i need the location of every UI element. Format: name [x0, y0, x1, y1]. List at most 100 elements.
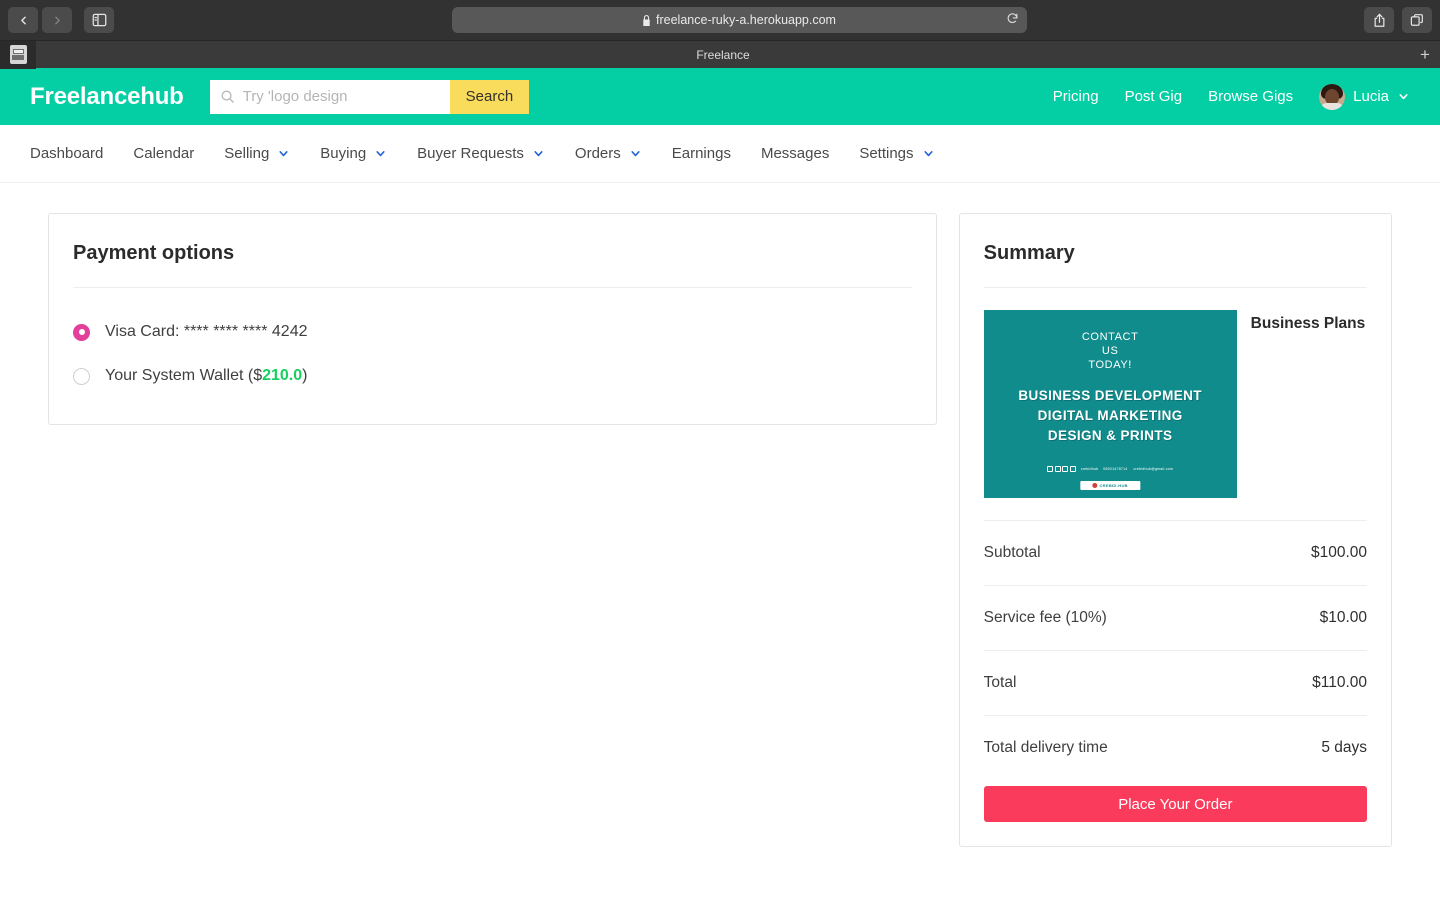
- thumb-contact-line-2: US: [1101, 345, 1119, 357]
- chevron-down-icon: [374, 147, 387, 160]
- search-button[interactable]: Search: [449, 79, 530, 114]
- thumb-contact-info: 08021478714 crebidhub@gmail.com: [1103, 467, 1173, 471]
- page-content: Payment options Visa Card: **** **** ***…: [0, 183, 1440, 847]
- payment-option-visa[interactable]: Visa Card: **** **** **** 4242: [73, 310, 912, 354]
- search-input[interactable]: [242, 88, 440, 105]
- sidebar-toggle-icon: [92, 13, 106, 27]
- row-value: $10.00: [1319, 609, 1367, 626]
- nav-label: Buying: [320, 145, 367, 162]
- site-favicon-icon: [9, 45, 27, 64]
- nav-label: Buyer Requests: [417, 145, 524, 162]
- thumb-headline-2: DIGITAL MARKETING: [1037, 408, 1183, 423]
- forward-button[interactable]: [42, 7, 72, 33]
- thumb-headline-3: DESIGN & PRINTS: [1047, 428, 1173, 443]
- tab-title: Freelance: [696, 47, 750, 62]
- thumb-headlines: BUSINESS DEVELOPMENT DIGITAL MARKETING D…: [1018, 386, 1202, 446]
- radio-wallet[interactable]: [73, 367, 90, 385]
- payment-option-label: Your System Wallet ($210.0): [105, 367, 307, 385]
- share-button[interactable]: [1364, 7, 1394, 33]
- nav-label: Messages: [760, 145, 830, 162]
- site-logo[interactable]: Freelancehub: [30, 83, 184, 111]
- browser-tab[interactable]: Freelance: [36, 41, 1410, 69]
- url-bar[interactable]: freelance-ruky-a.herokuapp.com: [451, 7, 1027, 33]
- thumb-handle: crebidhub: [1080, 467, 1099, 471]
- browser-chrome: freelance-ruky-a.herokuapp.com Freelance…: [0, 0, 1440, 69]
- nav-item-calendar[interactable]: Calendar: [133, 145, 194, 162]
- row-value: 5 days: [1321, 739, 1367, 756]
- nav-item-buying[interactable]: Buying: [320, 145, 387, 162]
- nav-item-selling[interactable]: Selling: [224, 145, 290, 162]
- user-menu[interactable]: Lucia: [1319, 83, 1410, 110]
- user-name: Lucia: [1353, 88, 1389, 105]
- sidebar-toggle-button[interactable]: [84, 7, 114, 33]
- linkedin-icon: [1069, 466, 1076, 472]
- row-value: $110.00: [1312, 674, 1367, 691]
- navigation-buttons: [8, 7, 72, 33]
- header-links: Pricing Post Gig Browse Gigs Lucia: [1053, 83, 1410, 110]
- thumb-contact-line-3: TODAY!: [1088, 359, 1132, 371]
- nav-item-dashboard[interactable]: Dashboard: [30, 145, 103, 162]
- thumb-logo: CREBID-HUB: [1080, 481, 1140, 490]
- chevron-right-icon: [54, 16, 60, 24]
- chevron-down-icon: [1397, 90, 1410, 103]
- site-header: Freelancehub Search Pricing Post Gig Bro…: [0, 68, 1440, 125]
- nav-item-earnings[interactable]: Earnings: [672, 145, 731, 162]
- payment-option-wallet[interactable]: Your System Wallet ($210.0): [73, 354, 912, 398]
- nav-label: Settings: [859, 145, 914, 162]
- nav-label: Calendar: [133, 145, 195, 162]
- thumb-logo-text: CREBID-HUB: [1099, 483, 1128, 488]
- lock-icon: [642, 14, 651, 26]
- chevron-left-icon: [20, 16, 26, 24]
- header-link-pricing[interactable]: Pricing: [1053, 88, 1099, 105]
- chevron-down-icon: [629, 147, 642, 160]
- thumb-contact-line-1: CONTACT: [1081, 331, 1139, 343]
- nav-label: Orders: [574, 145, 621, 162]
- nav-label: Selling: [224, 145, 270, 162]
- tab-overview-icon: [1410, 14, 1423, 26]
- summary-row-service-fee: Service fee (10%) $10.00: [983, 585, 1367, 650]
- payment-option-label: Visa Card: **** **** **** 4242: [105, 323, 308, 340]
- wallet-label-pre: Your System Wallet ($: [105, 367, 263, 384]
- row-label: Subtotal: [983, 544, 1041, 561]
- social-icons: [1047, 466, 1076, 472]
- back-button[interactable]: [8, 7, 38, 33]
- gig-block: CONTACT US TODAY! BUSINESS DEVELOPMENT D…: [960, 310, 1391, 498]
- nav-item-messages[interactable]: Messages: [761, 145, 829, 162]
- row-label: Total delivery time: [983, 739, 1108, 756]
- nav-item-buyer-requests[interactable]: Buyer Requests: [417, 145, 545, 162]
- url-bar-container: freelance-ruky-a.herokuapp.com: [120, 7, 1358, 33]
- row-value: $100.00: [1310, 544, 1367, 561]
- thumb-headline-1: BUSINESS DEVELOPMENT: [1018, 388, 1202, 403]
- search-icon: [220, 89, 235, 104]
- search-box[interactable]: [209, 79, 450, 114]
- summary-row-subtotal: Subtotal $100.00: [983, 520, 1367, 585]
- summary-rows: Subtotal $100.00 Service fee (10%) $10.0…: [960, 520, 1391, 780]
- share-icon: [1374, 13, 1384, 27]
- twitter-icon: [1062, 466, 1069, 472]
- reload-icon[interactable]: [1006, 12, 1019, 28]
- header-link-browse-gigs[interactable]: Browse Gigs: [1208, 88, 1293, 105]
- row-label: Total: [983, 674, 1017, 691]
- header-link-post-gig[interactable]: Post Gig: [1125, 88, 1183, 105]
- gig-thumbnail: CONTACT US TODAY! BUSINESS DEVELOPMENT D…: [983, 310, 1237, 498]
- url-text: freelance-ruky-a.herokuapp.com: [656, 13, 836, 27]
- place-order-button[interactable]: Place Your Order: [983, 786, 1367, 822]
- summary-title: Summary: [983, 242, 1075, 264]
- payment-options-card: Payment options Visa Card: **** **** ***…: [48, 213, 937, 425]
- facebook-icon: [1047, 466, 1054, 472]
- tab-overview-button[interactable]: [1402, 7, 1432, 33]
- wallet-balance: 210.0: [262, 367, 303, 384]
- summary-card: Summary CONTACT US TODAY! BUSINESS DEVEL…: [958, 213, 1392, 847]
- wallet-label-post: ): [302, 367, 308, 384]
- nav-item-orders[interactable]: Orders: [575, 145, 642, 162]
- chevron-down-icon: [922, 147, 935, 160]
- payment-options-list: Visa Card: **** **** **** 4242 Your Syst…: [49, 288, 936, 424]
- nav-item-settings[interactable]: Settings: [859, 145, 934, 162]
- payment-options-title: Payment options: [73, 242, 235, 264]
- radio-visa[interactable]: [73, 323, 90, 341]
- new-tab-button[interactable]: +: [1410, 46, 1440, 63]
- summary-row-total: Total $110.00: [983, 650, 1367, 715]
- thumb-phone: 08021478714: [1103, 467, 1128, 471]
- nav-label: Dashboard: [30, 145, 104, 162]
- divider: [983, 287, 1367, 288]
